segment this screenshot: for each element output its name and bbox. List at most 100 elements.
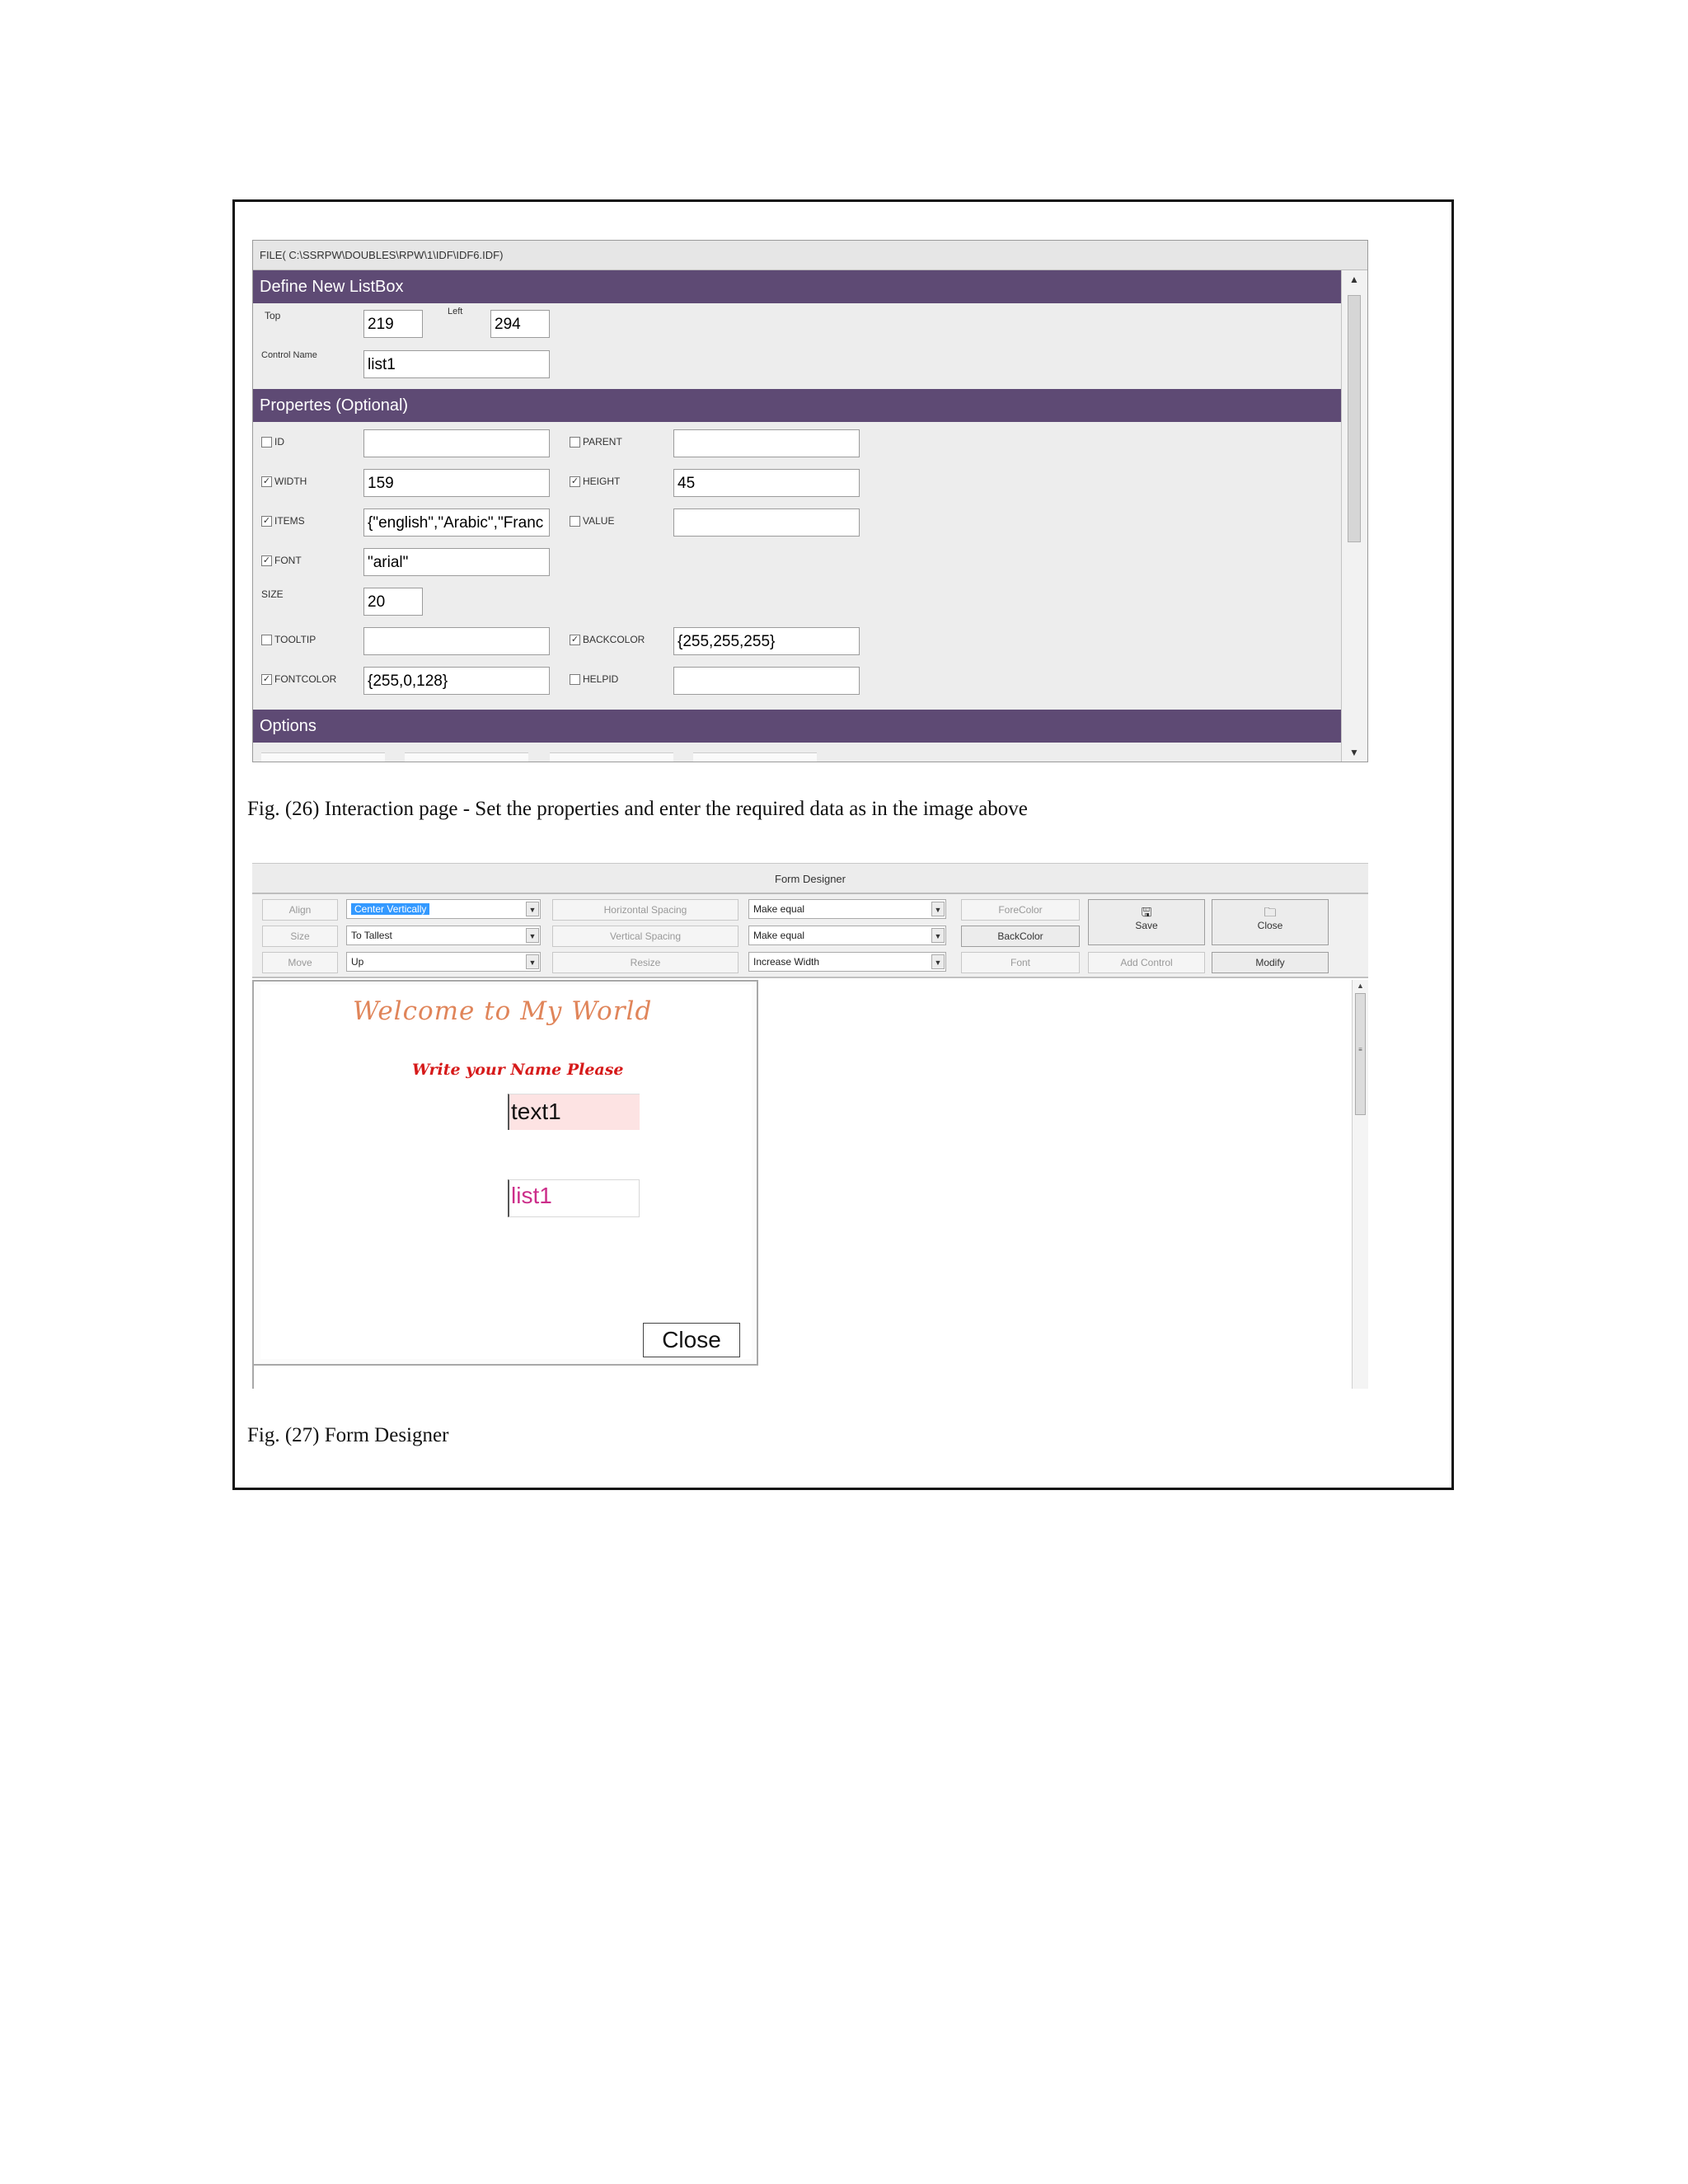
items-checkbox[interactable]: ✓ — [261, 516, 272, 527]
forecolor-button[interactable]: ForeColor — [961, 899, 1080, 921]
helpid-label: HELPID — [583, 673, 619, 685]
vertical-spacing-button[interactable]: Vertical Spacing — [552, 926, 738, 947]
items-input[interactable]: {"english","Arabic","Franc — [363, 509, 550, 537]
scroll-up-icon[interactable]: ▲ — [1353, 982, 1368, 990]
value-input[interactable] — [673, 509, 860, 537]
height-checkbox[interactable]: ✓ — [570, 476, 580, 487]
width-input[interactable]: 159 — [363, 469, 550, 497]
figure-26-caption: Fig. (26) Interaction page - Set the pro… — [247, 798, 1028, 820]
tooltip-checkbox[interactable] — [261, 635, 272, 645]
scroll-thumb[interactable] — [1355, 993, 1366, 1115]
control-name-label: Control Name — [261, 350, 317, 360]
top-label: Top — [265, 310, 281, 321]
size-select[interactable]: To Tallest ▼ — [346, 926, 541, 945]
value-label: VALUE — [583, 515, 615, 527]
id-input[interactable] — [363, 429, 550, 457]
section-options: Options — [253, 710, 1341, 743]
size-input[interactable]: 20 — [363, 588, 423, 616]
align-select-value: Center Vertically — [351, 903, 430, 915]
fontcolor-label: FONTCOLOR — [274, 673, 337, 685]
width-checkbox[interactable]: ✓ — [261, 476, 272, 487]
tooltip-input[interactable] — [363, 627, 550, 655]
scroll-thumb[interactable] — [1348, 295, 1361, 542]
welcome-label[interactable]: Welcome to My World — [353, 996, 652, 1026]
id-label: ID — [274, 436, 284, 448]
chevron-down-icon[interactable]: ▼ — [526, 902, 539, 916]
option-stub — [405, 752, 528, 762]
vertical-scrollbar[interactable]: ▲ ▼ — [1341, 270, 1367, 762]
parent-checkbox[interactable] — [570, 437, 580, 448]
align-select[interactable]: Center Vertically ▼ — [346, 899, 541, 919]
top-input[interactable]: 219 — [363, 310, 423, 338]
parent-input[interactable] — [673, 429, 860, 457]
helpid-checkbox[interactable] — [570, 674, 580, 685]
font-button[interactable]: Font — [961, 952, 1080, 973]
designed-form-window[interactable]: Welcome to My World Write your Name Plea… — [252, 980, 758, 1366]
font-label: FONT — [274, 555, 302, 566]
option-stub — [261, 752, 385, 762]
vertical-spacing-value: Make equal — [753, 930, 805, 941]
resize-select-value: Increase Width — [753, 956, 820, 968]
control-name-input[interactable]: list1 — [363, 350, 550, 378]
horizontal-spacing-button[interactable]: Horizontal Spacing — [552, 899, 738, 921]
scroll-grip-icon: ≡ — [1358, 1046, 1362, 1053]
save-button-label: Save — [1135, 920, 1158, 931]
text1-control[interactable]: text1 — [508, 1094, 640, 1130]
scroll-down-icon[interactable]: ▼ — [1342, 747, 1367, 758]
height-label: HEIGHT — [583, 476, 621, 487]
horizontal-spacing-value: Make equal — [753, 903, 805, 915]
list1-control[interactable]: list1 — [508, 1179, 640, 1217]
resize-select[interactable]: Increase Width ▼ — [748, 952, 946, 972]
close-designer-button[interactable]: 🗀 Close — [1212, 899, 1329, 945]
move-select[interactable]: Up ▼ — [346, 952, 541, 972]
resize-button[interactable]: Resize — [552, 952, 738, 973]
backcolor-input[interactable]: {255,255,255} — [673, 627, 860, 655]
align-button[interactable]: Align — [262, 899, 338, 921]
vertical-spacing-select[interactable]: Make equal ▼ — [748, 926, 946, 945]
chevron-down-icon[interactable]: ▼ — [931, 902, 945, 916]
horizontal-spacing-select[interactable]: Make equal ▼ — [748, 899, 946, 919]
size-label: SIZE — [261, 588, 284, 600]
fontcolor-checkbox[interactable]: ✓ — [261, 674, 272, 685]
font-checkbox[interactable]: ✓ — [261, 555, 272, 566]
save-button[interactable]: 🖫 Save — [1088, 899, 1205, 945]
chevron-down-icon[interactable]: ▼ — [931, 954, 945, 969]
section-define-listbox: Define New ListBox — [253, 270, 1341, 303]
close-designer-label: Close — [1257, 920, 1283, 931]
fontcolor-input[interactable]: {255,0,128} — [363, 667, 550, 695]
chevron-down-icon[interactable]: ▼ — [526, 928, 539, 943]
backcolor-button[interactable]: BackColor — [961, 926, 1080, 947]
helpid-input[interactable] — [673, 667, 860, 695]
tooltip-label: TOOLTIP — [274, 634, 316, 645]
scroll-up-icon[interactable]: ▲ — [1342, 274, 1367, 285]
height-input[interactable]: 45 — [673, 469, 860, 497]
move-select-value: Up — [351, 956, 364, 968]
size-button[interactable]: Size — [262, 926, 338, 947]
designed-form-surface: Welcome to My World Write your Name Plea… — [260, 985, 752, 1359]
add-control-button[interactable]: Add Control — [1088, 952, 1205, 973]
listbox-definition-screenshot: FILE( C:\SSRPW\DOUBLES\RPW\1\IDF\IDF6.ID… — [252, 240, 1368, 762]
left-input[interactable]: 294 — [490, 310, 550, 338]
form-designer-title: Form Designer — [252, 863, 1368, 894]
designer-toolbar: Align Size Move Center Vertically ▼ To T… — [252, 894, 1368, 978]
id-checkbox[interactable] — [261, 437, 272, 448]
name-prompt-label[interactable]: Write your Name Please — [412, 1061, 624, 1079]
canvas-vertical-scrollbar[interactable]: ▲ ≡ — [1352, 980, 1368, 1389]
parent-label: PARENT — [583, 436, 622, 448]
section-properties: Propertes (Optional) — [253, 389, 1341, 422]
floppy-disk-icon: 🖫 — [1141, 906, 1152, 920]
chevron-down-icon[interactable]: ▼ — [931, 928, 945, 943]
left-label: Left — [448, 307, 463, 316]
font-input[interactable]: "arial" — [363, 548, 550, 576]
modify-button[interactable]: Modify — [1212, 952, 1329, 973]
move-button[interactable]: Move — [262, 952, 338, 973]
items-label: ITEMS — [274, 515, 305, 527]
canvas-left-edge — [252, 1366, 254, 1389]
backcolor-checkbox[interactable]: ✓ — [570, 635, 580, 645]
value-checkbox[interactable] — [570, 516, 580, 527]
backcolor-label: BACKCOLOR — [583, 634, 645, 645]
form-designer-screenshot: Form Designer Align Size Move Center Ver… — [252, 863, 1368, 1389]
form-close-button[interactable]: Close — [643, 1323, 740, 1357]
chevron-down-icon[interactable]: ▼ — [526, 954, 539, 969]
file-path-bar: FILE( C:\SSRPW\DOUBLES\RPW\1\IDF\IDF6.ID… — [253, 241, 1367, 270]
